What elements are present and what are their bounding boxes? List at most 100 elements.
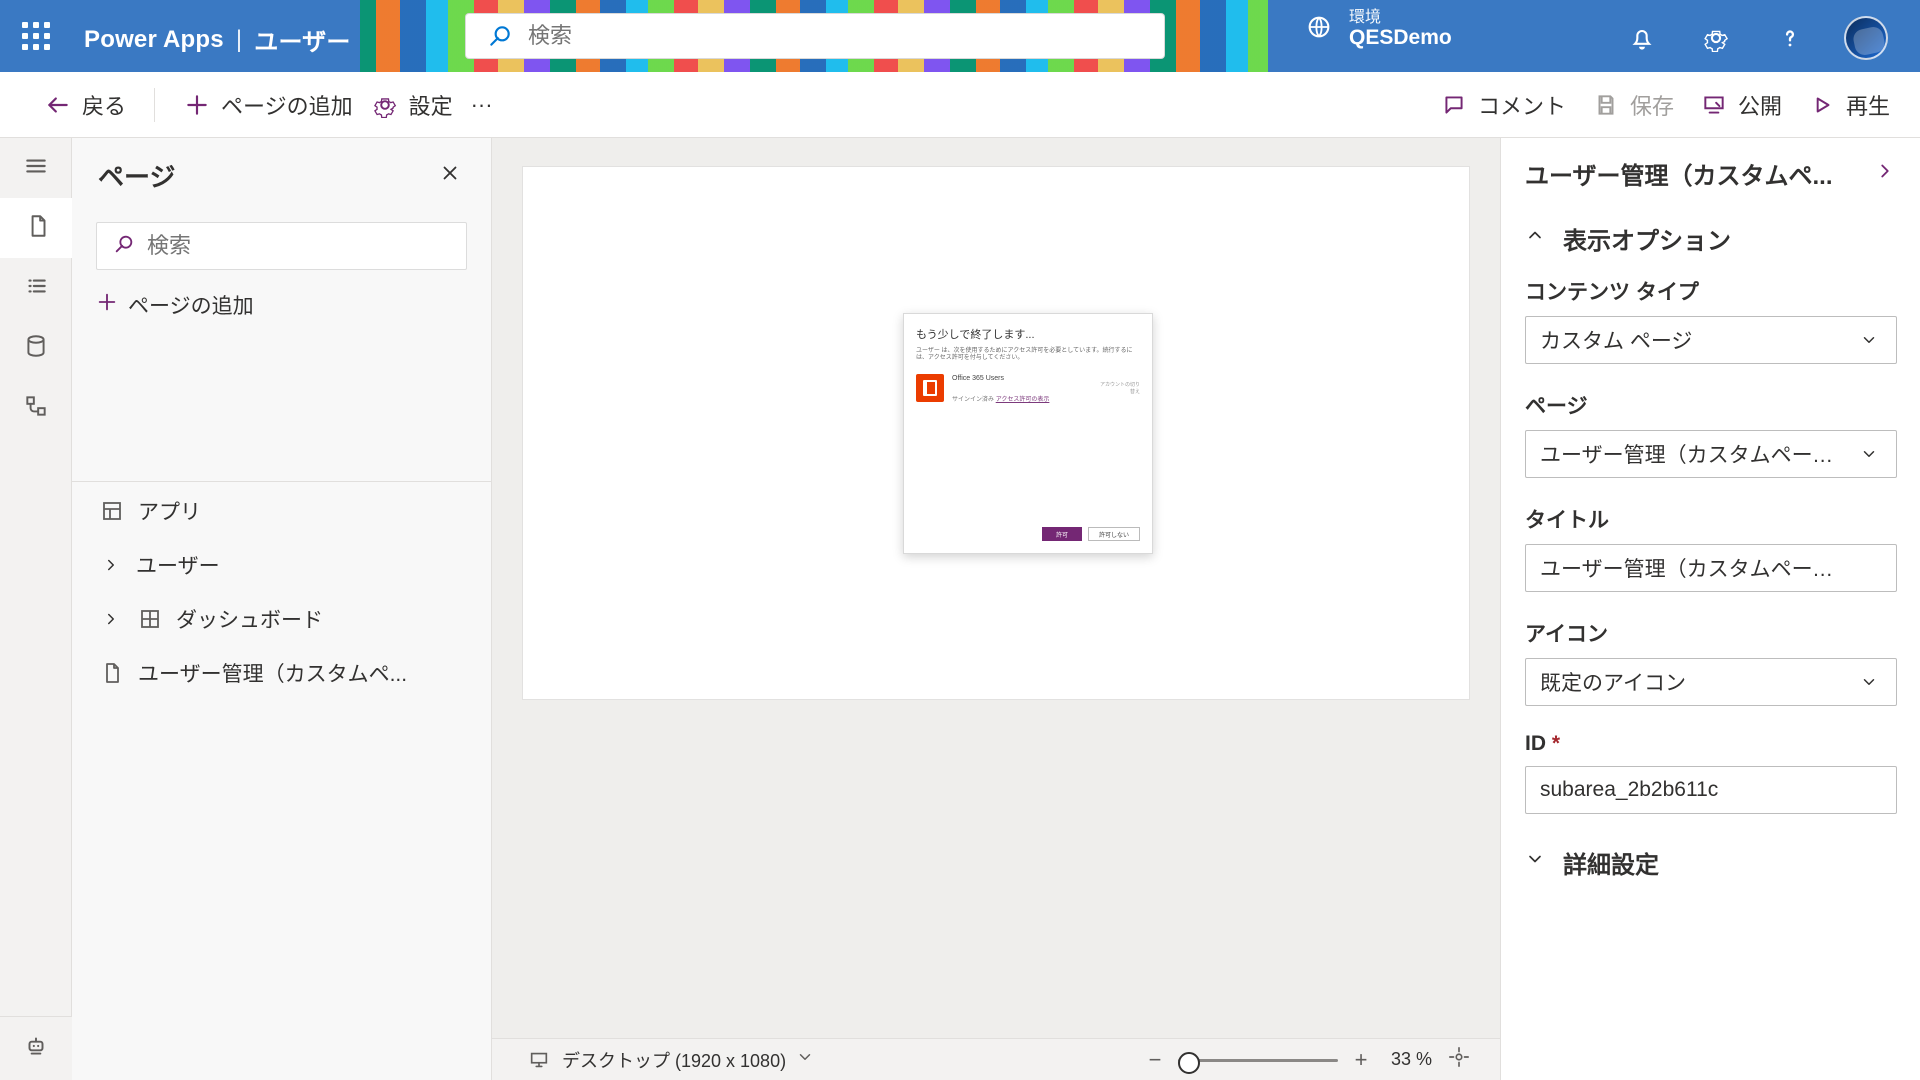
content-type-label: コンテンツ タイプ (1525, 281, 1699, 304)
play-label: 再生 (1845, 94, 1890, 119)
save-label: 保存 (1629, 94, 1674, 119)
id-input[interactable]: subarea_2b2b611c (1525, 766, 1897, 814)
pages-add-page[interactable]: ページの追加 (96, 290, 467, 320)
chevron-right-icon (98, 552, 124, 578)
database-icon (23, 333, 49, 364)
zoom-percentage: 33 % (1390, 1049, 1432, 1069)
add-page-label: ページの追加 (221, 93, 353, 119)
chevron-down-icon (1856, 327, 1882, 353)
add-page-button[interactable]: ページの追加 (183, 89, 353, 121)
pages-tree: アプリ ユーザー ダッシュボード ユーザー管理（カスタムペ... (72, 484, 492, 700)
view-permissions-link[interactable]: アクセス許可の表示 (996, 397, 1050, 403)
more-label: ··· (470, 91, 493, 117)
rail-data-button[interactable] (0, 318, 72, 378)
rail-pages-button[interactable] (0, 198, 72, 258)
zoom-in-button[interactable]: + (1352, 1047, 1370, 1073)
zoom-slider-knob[interactable] (1178, 1051, 1200, 1074)
app-launcher-waffle-icon[interactable] (22, 22, 50, 50)
properties-header: ユーザー管理（カスタムペ... (1501, 138, 1920, 208)
comment-button[interactable]: コメント (1440, 89, 1566, 121)
id-label-text: ID (1525, 732, 1546, 755)
save-button[interactable]: 保存 (1592, 89, 1674, 121)
chevron-down-icon (796, 1048, 814, 1071)
arrow-left-icon (44, 91, 72, 119)
id-label: ID * (1525, 732, 1896, 756)
deny-button[interactable]: 許可しない (1088, 527, 1140, 541)
pages-separator (72, 481, 492, 482)
allow-button[interactable]: 許可 (1042, 527, 1082, 541)
gear-icon (371, 91, 399, 119)
environment-text: 環境 QESDemo (1349, 9, 1452, 49)
publish-button[interactable]: 公開 (1700, 89, 1782, 121)
search-icon (486, 22, 514, 50)
app-grid-icon (98, 497, 126, 525)
tree-item-label: ダッシュボード (176, 609, 323, 632)
close-icon (439, 162, 461, 189)
settings-gear-icon[interactable] (1696, 18, 1736, 58)
command-bar: 戻る ページの追加 設定 ··· コメント 保存 公開 再生 (0, 72, 1920, 138)
advanced-header[interactable]: 詳細設定 (1525, 832, 1896, 892)
pages-header: ページ (72, 138, 491, 212)
publish-label: 公開 (1737, 94, 1782, 119)
close-pages-button[interactable] (433, 158, 467, 192)
rail-bottom-button[interactable] (0, 1016, 72, 1080)
zoom-slider[interactable] (1178, 1050, 1338, 1074)
display-options-header[interactable]: 表示オプション (1525, 208, 1896, 268)
command-divider (154, 87, 156, 122)
environment-switcher[interactable]: 環境 QESDemo (1305, 9, 1452, 49)
plus-icon (96, 291, 118, 319)
search-icon (113, 233, 135, 260)
advanced-section: 詳細設定 (1501, 832, 1920, 892)
tree-item-app[interactable]: アプリ (72, 484, 492, 538)
content-type-field: コンテンツ タイプ カスタム ページ (1525, 276, 1897, 364)
tree-item-users[interactable]: ユーザー (72, 538, 492, 592)
icon-select[interactable]: 既定のアイコン (1525, 658, 1897, 706)
pages-search[interactable] (96, 222, 467, 270)
plus-icon (183, 91, 211, 119)
design-canvas[interactable]: もう少しで終了します... ユーザー は、次を使用するためにアクセス許可を必要と… (523, 167, 1469, 699)
properties-next-button[interactable] (1870, 158, 1900, 188)
pages-title: ページ (98, 161, 176, 192)
properties-panel: ユーザー管理（カスタムペ... 表示オプション コンテンツ タイプ カスタム ペ… (1500, 138, 1920, 1080)
zoom-out-button[interactable]: − (1146, 1047, 1164, 1073)
rail-flow-button[interactable] (0, 378, 72, 438)
user-avatar[interactable] (1844, 16, 1888, 60)
tree-item-custom-page[interactable]: ユーザー管理（カスタムペ... (72, 646, 492, 700)
chevron-down-icon (1856, 669, 1882, 695)
title-label: タイトル (1525, 509, 1609, 532)
dialog-service-meta: Office 365 Users サインイン済み アクセス許可の表示 (952, 374, 1088, 403)
fit-icon (1448, 1046, 1470, 1073)
title-value: ユーザー管理（カスタムページ） (1540, 558, 1850, 581)
permission-dialog[interactable]: もう少しで終了します... ユーザー は、次を使用するためにアクセス許可を必要と… (903, 313, 1153, 554)
rail-menu-button[interactable] (0, 138, 72, 198)
back-button[interactable]: 戻る (44, 89, 126, 121)
more-actions-button[interactable]: ··· (471, 92, 493, 118)
global-search[interactable] (465, 13, 1165, 59)
zoom-slider-track (1178, 1058, 1338, 1062)
dialog-signed-in: サインイン済み (952, 397, 995, 404)
content-type-select[interactable]: カスタム ページ (1525, 316, 1897, 364)
rail-tree-button[interactable] (0, 258, 72, 318)
tree-item-dashboard[interactable]: ダッシュボード (72, 592, 492, 646)
chevron-up-icon (1525, 224, 1545, 252)
advanced-label: 詳細設定 (1563, 851, 1659, 879)
global-search-input[interactable] (526, 22, 1126, 50)
display-options-label: 表示オプション (1563, 227, 1731, 255)
help-question-icon[interactable] (1770, 18, 1810, 58)
dialog-title: もう少しで終了します... (916, 329, 1035, 341)
device-selector[interactable]: デスクトップ (1920 x 1080) (526, 1047, 814, 1073)
brand-separator: | (235, 25, 243, 53)
pages-search-input[interactable] (145, 232, 465, 260)
page-field: ページ ユーザー管理（カスタムページ... (1525, 390, 1897, 478)
chevron-down-icon (1525, 848, 1545, 876)
notifications-bell-icon[interactable] (1622, 18, 1662, 58)
top-header: Power Apps | ユーザー 環境 QESDemo (0, 0, 1920, 72)
title-input[interactable]: ユーザー管理（カスタムページ） (1525, 544, 1897, 592)
settings-button[interactable]: 設定 (371, 89, 453, 121)
comment-label: コメント (1477, 94, 1566, 119)
dialog-buttons: 許可 許可しない (1042, 527, 1140, 541)
monitor-icon (526, 1047, 552, 1073)
page-select[interactable]: ユーザー管理（カスタムページ... (1525, 430, 1897, 478)
play-button[interactable]: 再生 (1808, 89, 1890, 121)
fit-to-screen-button[interactable] (1446, 1047, 1472, 1073)
